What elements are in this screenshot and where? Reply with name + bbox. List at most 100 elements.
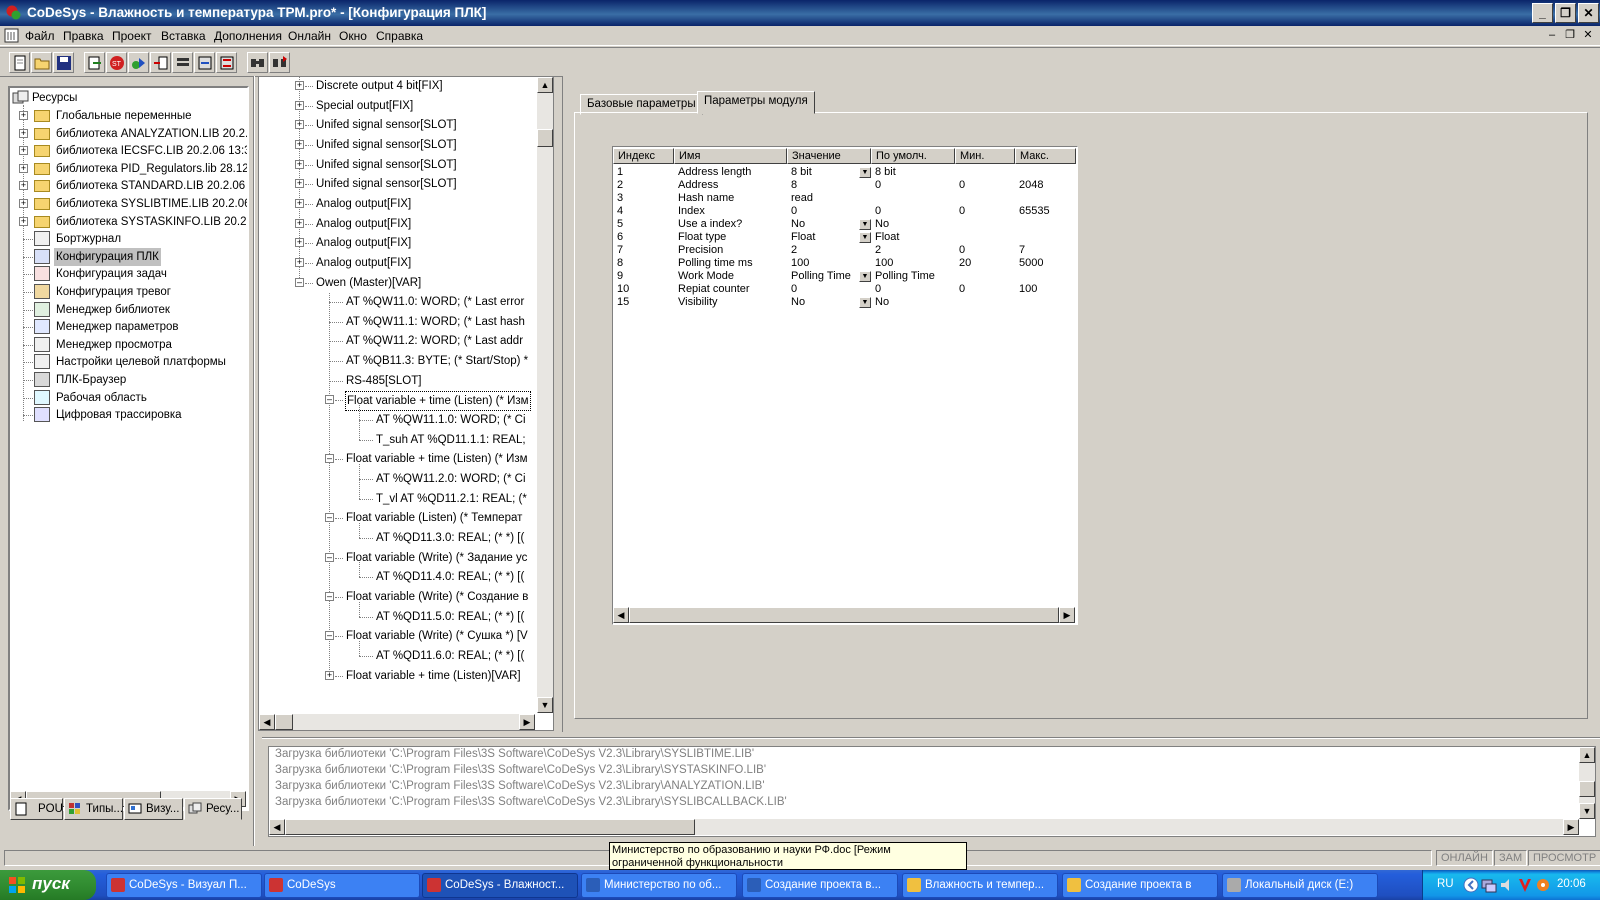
resource-item[interactable]: Менеджер параметров (10, 318, 243, 336)
expand-icon[interactable]: + (19, 163, 28, 173)
resource-item[interactable]: Рабочая область (10, 389, 243, 407)
config-tree-item[interactable]: + Discrete output 4 bit[FIX] (259, 77, 537, 95)
stop-button[interactable]: ST (106, 52, 127, 73)
config-tree-item[interactable]: – Float variable (Write) (* Создание в (259, 588, 537, 606)
scroll-up-button[interactable]: ▲ (537, 77, 553, 93)
resource-item[interactable]: Менеджер библиотек (10, 301, 243, 319)
mdi-close-button[interactable]: ✕ (1581, 29, 1595, 42)
collapse-icon[interactable]: – (325, 552, 334, 562)
mdi-restore-button[interactable]: ❐ (1563, 29, 1577, 42)
grid-row[interactable]: 3 Hash name read (613, 192, 1073, 205)
cell-value[interactable]: 8 (791, 179, 797, 192)
expand-icon[interactable]: + (19, 146, 28, 156)
taskbar-button[interactable]: Влажность и темпер... (902, 873, 1058, 898)
config-tree-item[interactable]: – Float variable (Write) (* Сушка *) [V (259, 627, 537, 645)
expand-icon[interactable]: + (295, 238, 304, 248)
expand-icon[interactable]: + (295, 257, 304, 267)
grid-row[interactable]: 4 Index 0 0 0 65535 (613, 205, 1073, 218)
taskbar-button[interactable]: CoDeSys (264, 873, 420, 898)
cell-value[interactable]: 0 (791, 205, 797, 218)
col-value-header[interactable]: Значение (787, 148, 871, 164)
msg-scroll-up-button[interactable]: ▲ (1579, 747, 1595, 763)
config-tree-item[interactable]: + Analog output[FIX] (259, 234, 537, 252)
resource-item[interactable]: + библиотека STANDARD.LIB 20.2.06 13 (10, 177, 247, 195)
resource-item[interactable]: Конфигурация тревог (10, 283, 243, 301)
cell-value[interactable]: No (791, 296, 805, 309)
tab-visualizations[interactable]: Визу... (124, 798, 183, 820)
grid-row[interactable]: 2 Address 8 0 0 2048 (613, 179, 1073, 192)
config-tree-item[interactable]: AT %QB11.3: BYTE; (* Start/Stop) * (259, 352, 537, 370)
config-tree-item[interactable]: AT %QW11.2.0: WORD; (* Ci (259, 470, 537, 488)
cell-value[interactable]: No (791, 218, 805, 231)
resource-item[interactable]: Конфигурация ПЛК (10, 247, 243, 266)
grid-row[interactable]: 7 Precision 2 2 0 7 (613, 244, 1073, 257)
resource-item[interactable]: + библиотека IECSFC.LIB 20.2.06 13:31:0 (10, 142, 247, 160)
tray-arrow-icon[interactable] (1463, 877, 1479, 893)
expand-icon[interactable]: + (19, 128, 28, 138)
config-tree-item[interactable]: AT %QD11.6.0: REAL; (* *) [( (259, 647, 537, 665)
resource-item[interactable]: + библиотека SYSLIBTIME.LIB 20.2.06 1: (10, 195, 247, 213)
expand-icon[interactable]: + (19, 216, 28, 226)
config-tree-item[interactable]: T_vl AT %QD11.2.1: REAL; (* (259, 490, 537, 508)
tab-pou[interactable]: POU (10, 798, 63, 820)
breakpoint-button[interactable] (172, 52, 193, 73)
resource-item[interactable]: + библиотека PID_Regulators.lib 28.12.06 (10, 160, 247, 178)
col-name-header[interactable]: Имя (674, 148, 787, 164)
resource-item[interactable]: Настройки целевой платформы (10, 353, 243, 371)
new-file-button[interactable] (9, 52, 30, 73)
config-tree-item[interactable]: AT %QW11.0: WORD; (* Last error (259, 293, 537, 311)
config-tree-item[interactable]: + Analog output[FIX] (259, 195, 537, 213)
config-tree-item[interactable]: – Owen (Master)[VAR] (259, 274, 537, 292)
tab-types[interactable]: Типы... (64, 798, 123, 820)
sound-icon[interactable] (1499, 877, 1515, 893)
grid-row[interactable]: 1 Address length 8 bit 8 bit ▼ (613, 166, 1073, 179)
menu-insert[interactable]: Вставка (161, 29, 206, 43)
cell-value[interactable]: 2 (791, 244, 797, 257)
grid-scroll-right-button[interactable]: ▶ (1059, 607, 1075, 623)
grid-scroll-thumb[interactable] (629, 607, 1059, 623)
mdi-minimize-button[interactable]: – (1545, 29, 1559, 42)
collapse-icon[interactable]: – (325, 631, 334, 641)
collapse-icon[interactable]: – (295, 277, 304, 287)
menu-project[interactable]: Проект (112, 29, 152, 43)
grid-row[interactable]: 8 Polling time ms 100 100 20 5000 (613, 257, 1073, 270)
collapse-icon[interactable]: – (325, 395, 334, 405)
collapse-icon[interactable]: – (325, 454, 334, 464)
col-min-header[interactable]: Мин. (955, 148, 1015, 164)
config-tree-item[interactable]: + Unifed signal sensor[SLOT] (259, 175, 537, 193)
taskbar-button[interactable]: Министерство по об... (581, 873, 737, 898)
config-tree-item[interactable]: – Float variable + time (Listen) (* Изм (259, 450, 537, 468)
menu-window[interactable]: Окно (339, 29, 367, 43)
menu-extras[interactable]: Дополнения (214, 29, 282, 43)
dropdown-arrow-icon[interactable]: ▼ (859, 167, 871, 178)
menu-online[interactable]: Онлайн (288, 29, 331, 43)
start-button[interactable]: пуск (0, 870, 96, 900)
cell-value[interactable]: 0 (791, 283, 797, 296)
msg-scroll-thumb-horizontal[interactable] (285, 819, 695, 835)
scroll-right-button-mid[interactable]: ▶ (519, 714, 535, 730)
cell-value[interactable]: 100 (791, 257, 809, 270)
expand-icon[interactable]: + (295, 179, 304, 189)
menu-help[interactable]: Справка (376, 29, 423, 43)
dropdown-arrow-icon[interactable]: ▼ (859, 232, 871, 243)
resource-item[interactable]: Бортжурнал (10, 230, 243, 248)
config-tree-item[interactable]: + Special output[FIX] (259, 97, 537, 115)
expand-icon[interactable]: + (295, 100, 304, 110)
config-tree-item[interactable]: + Unifed signal sensor[SLOT] (259, 136, 537, 154)
open-file-button[interactable] (31, 52, 52, 73)
grid-row[interactable]: 6 Float type Float Float ▼ (613, 231, 1073, 244)
expand-icon[interactable]: + (295, 159, 304, 169)
msg-scroll-left-button[interactable]: ◀ (269, 819, 285, 835)
taskbar-button[interactable]: Создание проекта в (1062, 873, 1218, 898)
minimize-button[interactable]: _ (1532, 3, 1553, 23)
cell-value[interactable]: Polling Time (791, 270, 851, 283)
grid-row[interactable]: 15 Visibility No No ▼ (613, 296, 1073, 309)
expand-icon[interactable]: + (19, 111, 28, 120)
scroll-left-button-mid[interactable]: ◀ (259, 714, 275, 730)
collapse-icon[interactable]: – (325, 513, 334, 523)
col-default-header[interactable]: По умолч. (871, 148, 955, 164)
grid-row[interactable]: 9 Work Mode Polling Time Polling Time ▼ (613, 270, 1073, 283)
expand-icon[interactable]: + (295, 139, 304, 149)
cell-value[interactable]: 8 bit (791, 166, 812, 179)
col-index-header[interactable]: Индекс (613, 148, 674, 164)
